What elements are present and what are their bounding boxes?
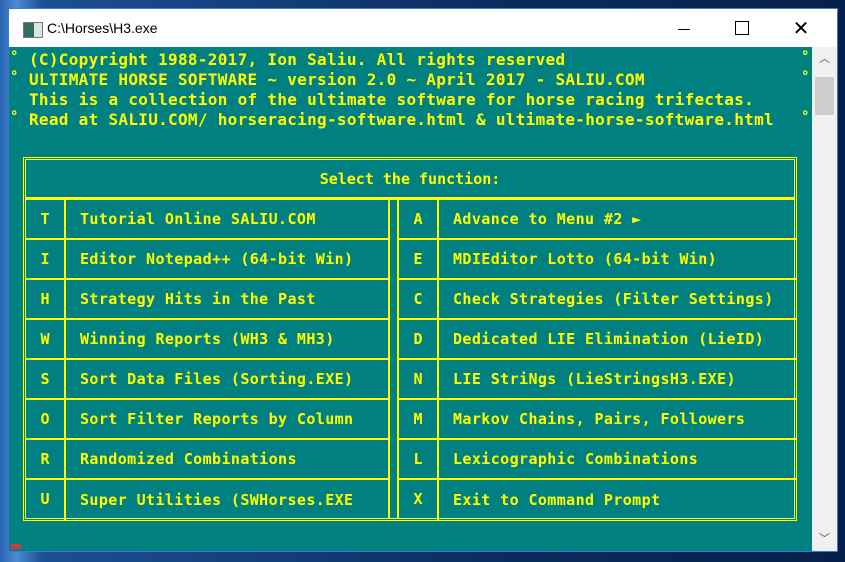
scroll-up-icon[interactable]: ︿ [812,49,837,69]
menu-key: E [399,240,439,278]
scroll-down-icon[interactable]: ﹀ [812,529,837,549]
menu-key: D [399,320,439,358]
menu-key: T [26,200,66,238]
bullet-mark: ° [10,49,19,65]
menu-column-left: T Tutorial Online SALIU.COM I Editor Notep… [26,200,390,520]
menu-label: Winning Reports (WH3 & MH3) [80,330,335,348]
console-window: C:\Horses\H3.exe ✕ ° ° ° ° ° ° (C)Copyri… [8,8,838,552]
scrollbar-thumb[interactable] [815,77,834,115]
menu-key: U [26,480,66,520]
menu-item-randomized[interactable]: R Randomized Combinations [26,440,388,480]
menu-label: LIE StriNgs (LieStringsH3.EXE) [453,370,736,388]
menu-label: Editor Notepad++ (64-bit Win) [80,250,354,268]
title-bar[interactable]: C:\Horses\H3.exe ✕ [9,9,837,47]
menu-label: Lexicographic Combinations [453,450,699,468]
menu-item-markov-chains[interactable]: M Markov Chains, Pairs, Followers [399,400,796,440]
menu-item-lexicographic[interactable]: L Lexicographic Combinations [399,440,796,480]
menu-label: Sort Filter Reports by Column [80,410,354,428]
menu-label: MDIEditor Lotto (64-bit Win) [453,250,718,268]
menu-item-exit[interactable]: X Exit to Command Prompt [399,480,796,520]
console-area[interactable]: ° ° ° ° ° ° (C)Copyright 1988-2017, Ion … [9,47,812,551]
menu-item-mdieditor[interactable]: E MDIEditor Lotto (64-bit Win) [399,240,796,280]
copyright-line: (C)Copyright 1988-2017, Ion Saliu. All r… [29,50,566,69]
menu-item-super-utilities[interactable]: U Super Utilities (SWHorses.EXE [26,480,388,520]
menu-item-advance-menu2[interactable]: A Advance to Menu #2 ► [399,200,796,240]
maximize-button[interactable] [719,9,765,47]
menu-key: O [26,400,66,438]
bullet-mark: ° [801,69,810,85]
menu-label: Super Utilities (SWHorses.EXE [80,491,354,509]
console-app-icon [23,22,43,38]
menu-label: Advance to Menu #2 ► [453,210,642,228]
menu-item-sort-filter-reports[interactable]: O Sort Filter Reports by Column [26,400,388,440]
menu-label: Sort Data Files (Sorting.EXE) [80,370,354,388]
menu-item-check-strategies[interactable]: C Check Strategies (Filter Settings) [399,280,796,320]
menu-key: W [26,320,66,358]
bullet-mark: ° [10,69,19,85]
vertical-scrollbar[interactable]: ︿ ﹀ [812,47,837,551]
minimize-button[interactable] [661,9,707,47]
menu-column-right: A Advance to Menu #2 ► E MDIEditor Lotto (… [397,200,796,520]
menu-label: Exit to Command Prompt [453,491,661,509]
window-title: C:\Horses\H3.exe [47,20,158,36]
menu-label: Strategy Hits in the Past [80,290,316,308]
menu-item-lie-strings[interactable]: N LIE StriNgs (LieStringsH3.EXE) [399,360,796,400]
menu-key: I [26,240,66,278]
menu-item-editor-notepad[interactable]: I Editor Notepad++ (64-bit Win) [26,240,388,280]
menu-label: Dedicated LIE Elimination (LieID) [453,330,765,348]
menu-key: A [399,200,439,238]
menu-item-tutorial[interactable]: T Tutorial Online SALIU.COM [26,200,388,240]
menu-item-winning-reports[interactable]: W Winning Reports (WH3 & MH3) [26,320,388,360]
minimize-icon [678,28,690,30]
menu-key: R [26,440,66,478]
menu-item-sort-data[interactable]: S Sort Data Files (Sorting.EXE) [26,360,388,400]
close-button[interactable]: ✕ [778,9,824,47]
menu-key: H [26,280,66,318]
menu-key: N [399,360,439,398]
bullet-mark: ° [10,109,19,125]
menu-title: Select the function: [26,160,794,200]
menu-item-strategy-hits[interactable]: H Strategy Hits in the Past [26,280,388,320]
menu-key: L [399,440,439,478]
close-icon: ✕ [792,16,810,40]
text-cursor [10,544,21,549]
menu-item-lie-elimination[interactable]: D Dedicated LIE Elimination (LieID) [399,320,796,360]
menu-key: M [399,400,439,438]
menu-label: Markov Chains, Pairs, Followers [453,410,746,428]
function-menu: Select the function: T Tutorial Online SA… [23,157,797,521]
menu-key: S [26,360,66,398]
menu-label: Randomized Combinations [80,450,297,468]
menu-label: Tutorial Online SALIU.COM [80,210,316,228]
read-more-line: Read at SALIU.COM/ horseracing-software.… [29,110,774,129]
menu-key: X [399,480,439,520]
maximize-icon [735,21,749,35]
menu-label: Check Strategies (Filter Settings) [453,290,774,308]
bullet-mark: ° [801,49,810,65]
bullet-mark: ° [801,109,810,125]
version-line: ULTIMATE HORSE SOFTWARE ~ version 2.0 ~ … [29,70,645,89]
menu-key: C [399,280,439,318]
description-line: This is a collection of the ultimate sof… [29,90,755,109]
